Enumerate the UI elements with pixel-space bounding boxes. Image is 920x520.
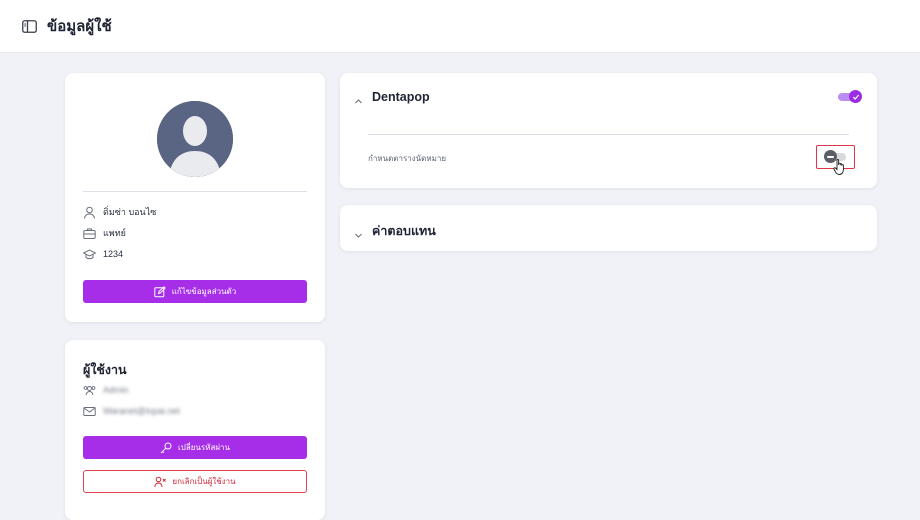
edit-profile-button[interactable]: แก้ไขข้อมูลส่วนตัว — [83, 280, 307, 303]
profile-code: 1234 — [103, 249, 124, 259]
users-group-icon — [83, 384, 96, 397]
profile-code-row: 1234 — [82, 247, 124, 261]
user-icon — [83, 206, 96, 219]
briefcase-icon — [83, 227, 96, 240]
user-remove-icon — [154, 476, 167, 488]
compensation-panel: ค่าตอบแทน — [340, 205, 877, 251]
chevron-down-icon — [354, 227, 363, 238]
remove-user-label: ยกเลิกเป็นผู้ใช้งาน — [172, 477, 236, 486]
change-password-label: เปลี่ยนรหัสผ่าน — [178, 443, 230, 452]
mail-icon — [83, 405, 96, 418]
change-password-button[interactable]: เปลี่ยนรหัสผ่าน — [83, 436, 307, 459]
top-bar: ข้อมูลผู้ใช้ — [0, 0, 920, 53]
username-value: Admin — [103, 385, 129, 395]
edit-profile-label: แก้ไขข้อมูลส่วนตัว — [171, 287, 237, 296]
chevron-up-icon — [354, 93, 363, 103]
dentapop-divider — [368, 134, 849, 135]
email-row: Waranet@lopai.net — [83, 404, 180, 418]
users-card: ผู้ใช้งาน Admin Waranet@lopai.net เปลี่ย… — [65, 340, 325, 520]
hand-pointer-icon — [833, 158, 847, 176]
page-title: ข้อมูลผู้ใช้ — [47, 18, 112, 35]
appointment-setting-label: กำหนดตารางนัดหมาย — [368, 154, 447, 163]
key-icon — [160, 442, 172, 454]
graduation-cap-icon — [82, 248, 97, 261]
profile-divider — [83, 191, 307, 192]
profile-role: แพทย์ — [103, 228, 126, 238]
email-value: Waranet@lopai.net — [103, 406, 180, 416]
profile-card: ดิ่มซ่า บอนไซ แพทย์ 1234 แก้ไขข้อมูลส่วน… — [65, 73, 325, 322]
sidebar-toggle-icon[interactable] — [22, 19, 37, 33]
edit-icon — [154, 285, 166, 298]
profile-name: ดิ่มซ่า บอนไซ — [103, 207, 157, 217]
profile-role-row: แพทย์ — [83, 226, 126, 240]
compensation-title: ค่าตอบแทน — [372, 224, 436, 238]
check-icon — [849, 90, 862, 103]
dentapop-header[interactable]: Dentapop — [354, 90, 430, 104]
avatar — [157, 101, 233, 177]
dentapop-toggle[interactable] — [838, 90, 862, 103]
dentapop-panel: Dentapop กำหนดตารางนัดหมาย — [340, 73, 877, 188]
dentapop-title: Dentapop — [372, 90, 430, 104]
compensation-header[interactable]: ค่าตอบแทน — [354, 221, 436, 241]
remove-user-button[interactable]: ยกเลิกเป็นผู้ใช้งาน — [83, 470, 307, 493]
profile-name-row: ดิ่มซ่า บอนไซ — [83, 205, 156, 219]
users-title: ผู้ใช้งาน — [83, 363, 127, 377]
username-row: Admin — [83, 383, 129, 397]
